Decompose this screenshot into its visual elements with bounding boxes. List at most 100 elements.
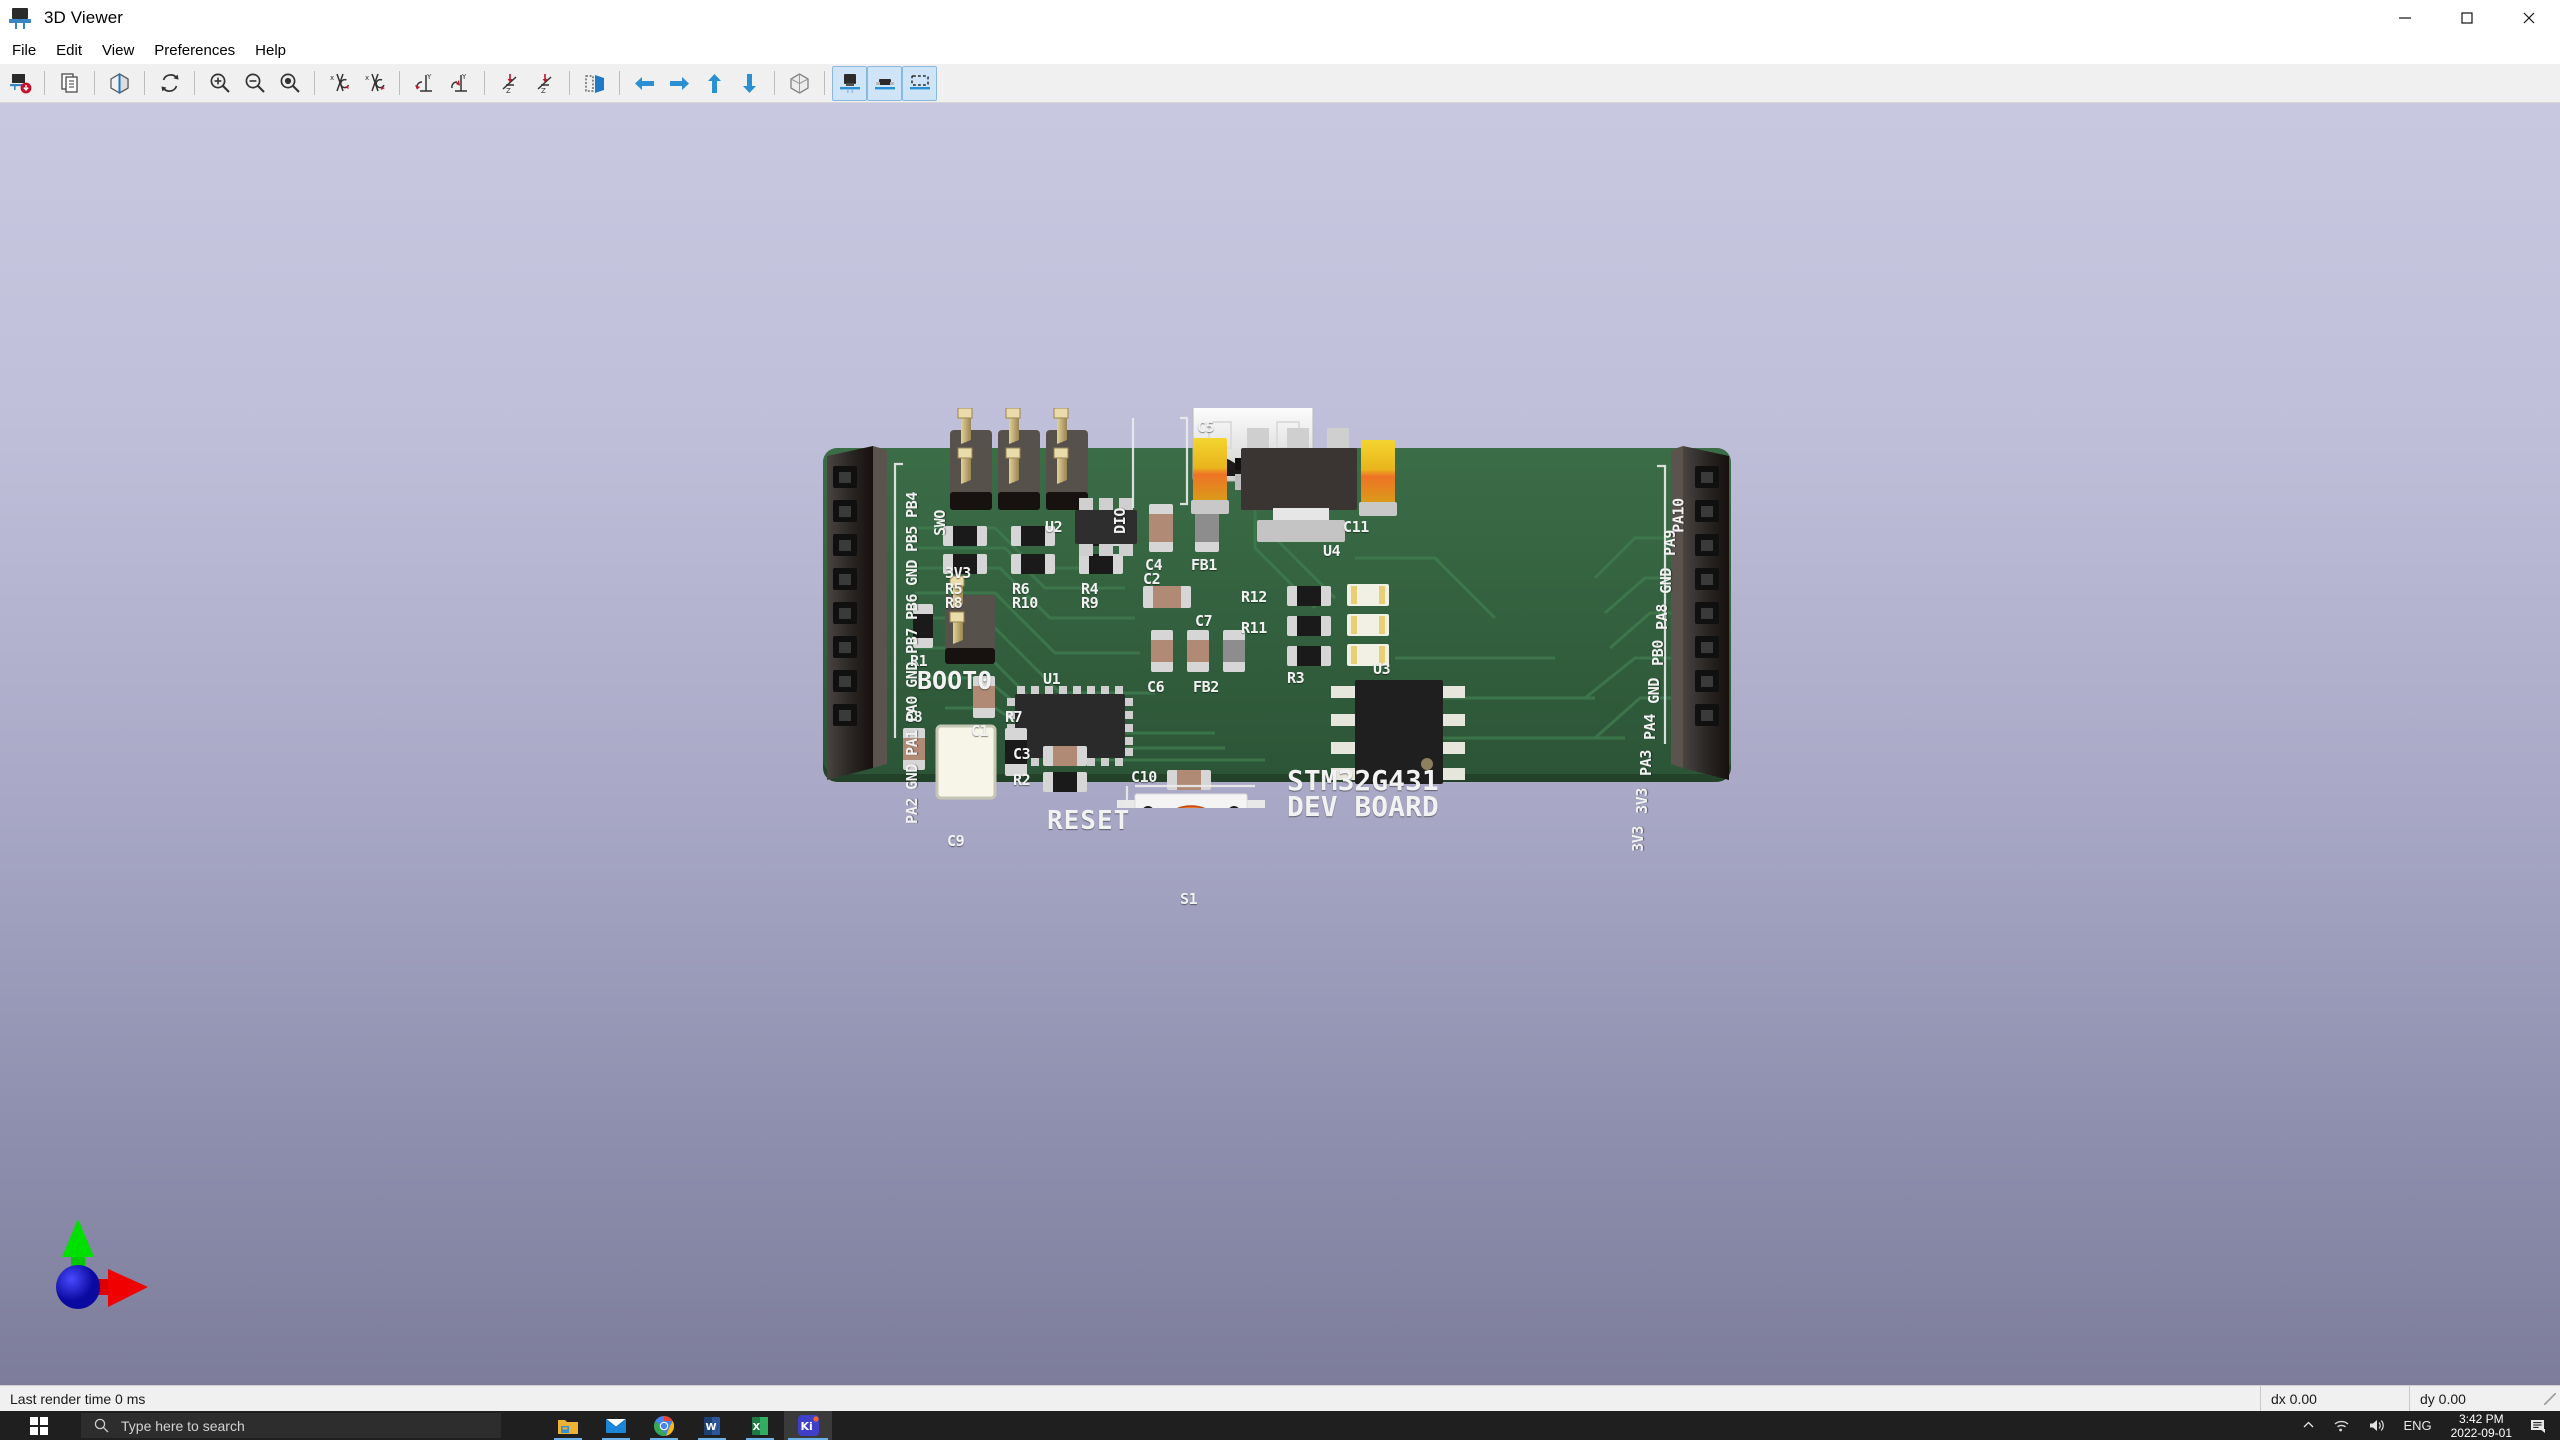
silk-pin-PB0: PB0	[1648, 639, 1667, 666]
silk-C11: C11	[1343, 518, 1369, 536]
rotate-x-ccw-button[interactable]: x	[322, 66, 357, 101]
silk-pin-GND4: GND	[1656, 567, 1675, 594]
taskbar-word[interactable]: W	[688, 1411, 736, 1440]
rotate-y-cw-button[interactable]: Y	[442, 66, 477, 101]
app-icon	[8, 5, 34, 31]
reset-switch-S1	[1117, 793, 1265, 808]
rotate-x-cw-button[interactable]: x	[357, 66, 392, 101]
silk-pin-GND3: GND	[902, 763, 921, 790]
silk-pin-PA4: PA4	[1640, 713, 1659, 740]
toggle-orthographic-button[interactable]	[782, 66, 817, 101]
silk-pin-PB4: PB4	[902, 491, 921, 518]
svg-text:Z: Z	[506, 87, 511, 95]
status-bar: Last render time 0 ms dx 0.00 dy 0.00	[0, 1385, 2560, 1412]
left-pin-header	[827, 446, 887, 780]
menu-help[interactable]: Help	[245, 39, 296, 62]
toolbar-separator	[569, 71, 570, 95]
silk-pin-3V3a: 3V3	[1632, 787, 1651, 814]
silk-pin-GND5: GND	[1644, 677, 1663, 704]
menu-file[interactable]: File	[2, 39, 46, 62]
swd-headers	[950, 408, 1088, 510]
show-smd-models-button[interactable]	[867, 65, 902, 101]
crystal-and-passives	[903, 724, 1027, 800]
chip-U4	[1241, 428, 1357, 542]
silk-S1: S1	[1180, 890, 1198, 908]
silk-C10: C10	[1131, 768, 1157, 786]
silk-FB2: FB2	[1193, 678, 1219, 696]
show-virtual-models-button[interactable]	[902, 65, 937, 101]
window-title: 3D Viewer	[44, 8, 124, 27]
rotate-z-ccw-button[interactable]: Z	[492, 66, 527, 101]
silk-pin-GND2: GND	[902, 661, 921, 688]
excel-icon: X	[752, 1416, 768, 1435]
pcb-board-svg	[823, 408, 1731, 808]
silk-FB1: FB1	[1191, 556, 1217, 574]
dx-status: dx 0.00	[2271, 1390, 2317, 1407]
close-button[interactable]	[2498, 0, 2560, 37]
zoom-fit-button[interactable]	[272, 66, 307, 101]
taskbar-excel[interactable]: X	[736, 1411, 784, 1440]
silk-C6: C6	[1147, 678, 1165, 696]
svg-text:W: W	[706, 1422, 717, 1433]
silk-R10: R10	[1012, 594, 1038, 612]
rotate-y-ccw-button[interactable]: Y	[407, 66, 442, 101]
volume-speaker-icon[interactable]	[2359, 1411, 2394, 1440]
taskbar-file-explorer[interactable]	[544, 1411, 592, 1440]
taskbar-clock[interactable]: 3:42 PM 2022-09-01	[2441, 1411, 2522, 1440]
search-placeholder: Type here to search	[121, 1417, 245, 1434]
taskbar-kicad[interactable]: Ki	[784, 1411, 832, 1440]
svg-text:Ki: Ki	[800, 1420, 812, 1433]
maximize-button[interactable]	[2436, 0, 2498, 37]
resize-grip[interactable]	[2544, 1392, 2556, 1405]
notification-center-button[interactable]	[2522, 1411, 2560, 1440]
clock-date: 2022-09-01	[2450, 1425, 2512, 1440]
silk-C1: C1	[971, 722, 989, 740]
rotate-z-cw-button[interactable]: Z	[527, 66, 562, 101]
taskbar-search-box[interactable]: Type here to search	[81, 1413, 501, 1438]
menu-view[interactable]: View	[92, 39, 144, 62]
silk-U1: U1	[1043, 670, 1061, 688]
toolbar-separator	[194, 71, 195, 95]
menu-preferences[interactable]: Preferences	[144, 39, 245, 62]
menu-edit[interactable]: Edit	[46, 39, 92, 62]
silk-U3: U3	[1373, 660, 1391, 678]
silk-U2: U2	[1045, 518, 1063, 536]
move-down-button[interactable]	[732, 66, 767, 101]
taskbar-mail[interactable]	[592, 1411, 640, 1440]
toolbar-separator	[314, 71, 315, 95]
toolbar-separator	[94, 71, 95, 95]
move-up-button[interactable]	[697, 66, 732, 101]
minimize-button[interactable]	[2374, 0, 2436, 37]
render-options-button[interactable]	[102, 66, 137, 101]
toolbar-separator	[619, 71, 620, 95]
silk-pin-PA9: PA9	[1660, 529, 1679, 556]
language-indicator[interactable]: ENG	[2394, 1411, 2440, 1440]
show-hidden-icons-button[interactable]	[2293, 1411, 2324, 1440]
svg-text:Y: Y	[426, 73, 432, 81]
zoom-out-button[interactable]	[237, 66, 272, 101]
render-time-status: Last render time 0 ms	[10, 1390, 146, 1407]
toolbar-separator	[824, 71, 825, 95]
copy-to-clipboard-button[interactable]	[52, 66, 87, 101]
clock-time: 3:42 PM	[2458, 1411, 2504, 1426]
network-wifi-icon[interactable]	[2324, 1411, 2359, 1440]
flip-board-button[interactable]	[577, 66, 612, 101]
move-left-button[interactable]	[627, 66, 662, 101]
pcb-3d-model[interactable]: SWO DIO R5 R8 R6 R10 R4 R9 3V3 R1 BOOT0 …	[795, 408, 1760, 908]
silk-pin-3V3b: 3V3	[1628, 825, 1647, 852]
silk-C7: C7	[1195, 612, 1213, 630]
silk-reset-label: RESET	[1047, 806, 1131, 836]
zoom-in-button[interactable]	[202, 66, 237, 101]
silk-pin-PA8: PA8	[1652, 603, 1671, 630]
reload-board-button[interactable]	[152, 66, 187, 101]
silk-boot0: BOOT0	[917, 666, 993, 695]
move-right-button[interactable]	[662, 66, 697, 101]
silk-R11: R11	[1241, 619, 1267, 637]
export-current-view-button[interactable]	[2, 66, 37, 101]
window-controls	[2374, 0, 2560, 37]
show-tht-models-button[interactable]	[832, 65, 867, 101]
silk-pin-PA2: PA2	[902, 797, 921, 824]
3d-viewport[interactable]: SWO DIO R5 R8 R6 R10 R4 R9 3V3 R1 BOOT0 …	[0, 103, 2560, 1385]
taskbar-chrome[interactable]	[640, 1411, 688, 1440]
start-button[interactable]	[0, 1411, 78, 1440]
